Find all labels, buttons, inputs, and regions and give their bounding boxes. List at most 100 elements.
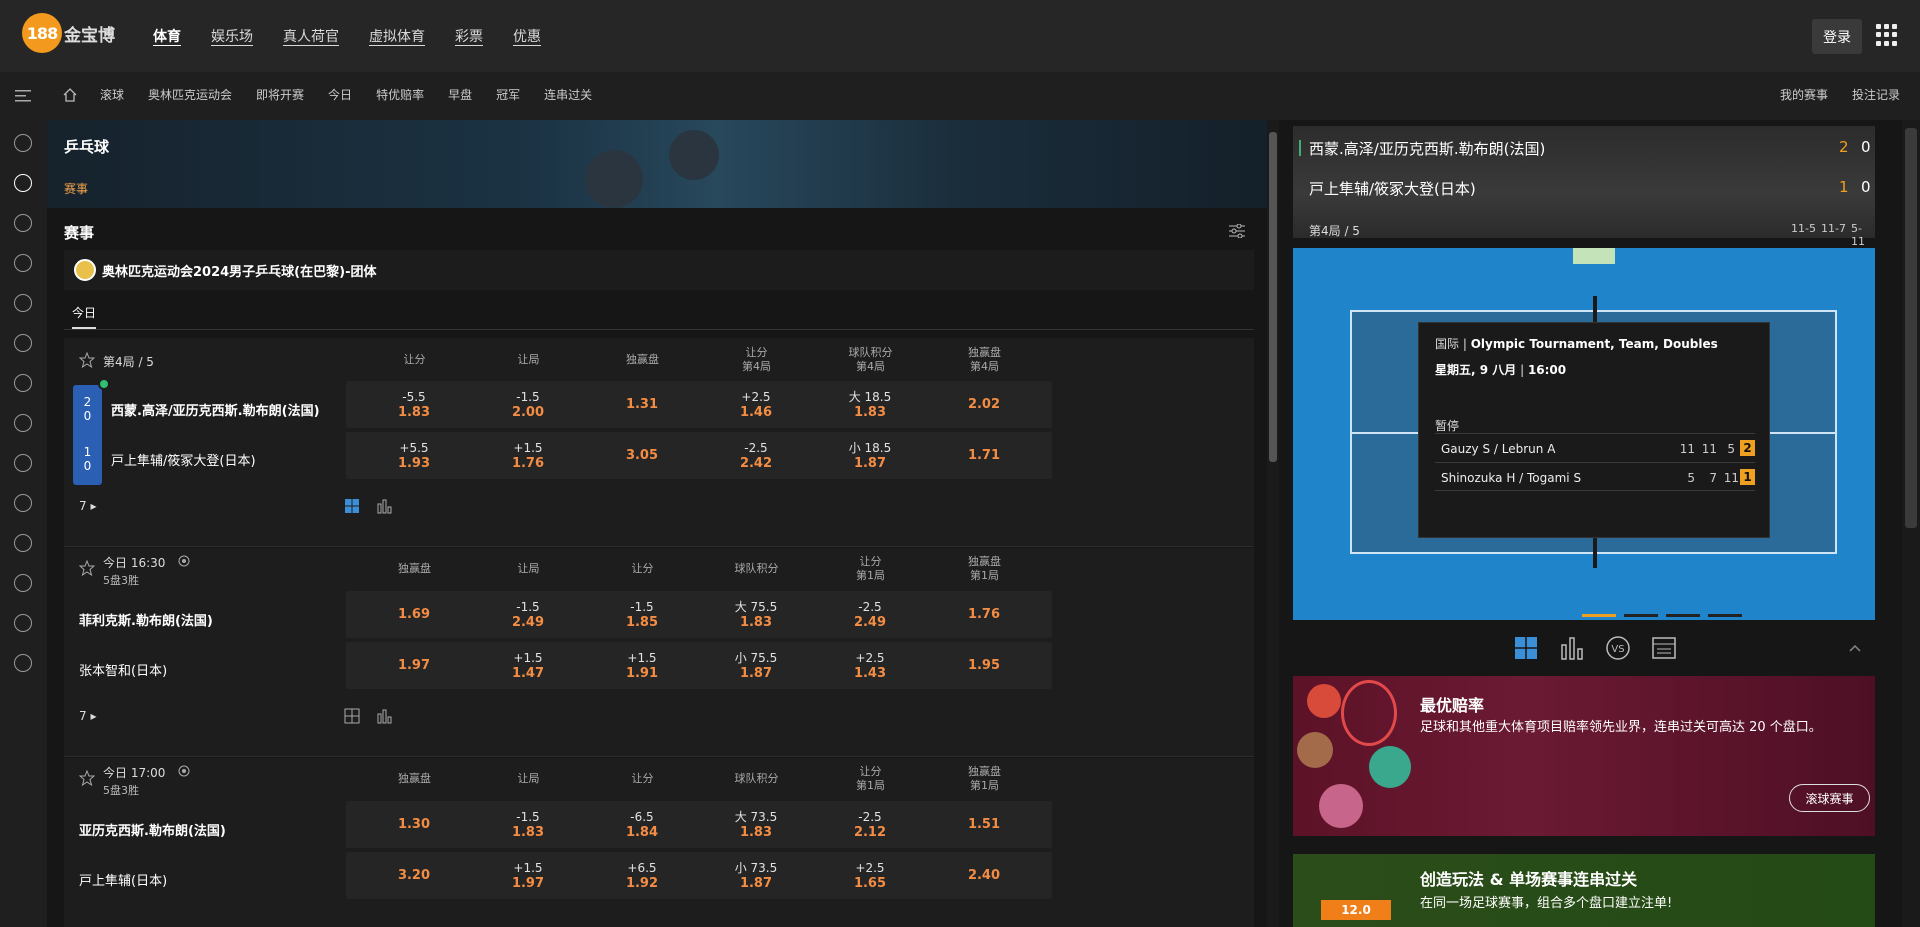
league-name: 奥林匹克运动会2024男子乒乓球(在巴黎)-团体	[102, 264, 377, 280]
set-score: 5-11	[1851, 222, 1865, 248]
banner-subtitle[interactable]: 赛事	[64, 180, 88, 197]
tab-divider	[64, 329, 1254, 330]
soccer-icon[interactable]	[14, 134, 32, 152]
sport-banner: 乒乓球 赛事	[47, 120, 1267, 208]
esports-icon[interactable]	[14, 654, 32, 672]
table-tennis-icon[interactable]	[14, 174, 32, 192]
scoreboard-period: 第4局 / 5	[1309, 224, 1360, 238]
trophy-icon[interactable]	[14, 454, 32, 472]
team1-name[interactable]: 亚历克西斯.勒布朗(法国)	[79, 820, 226, 839]
score-table-icon[interactable]	[1651, 635, 1677, 661]
stats-chart-icon[interactable]	[376, 498, 392, 514]
promo-best-odds[interactable]: 最优赔率 足球和其他重大体育项目赔率领先业界，连串过关可高达 20 个盘口。 滚…	[1293, 676, 1875, 836]
horse-icon[interactable]	[14, 414, 32, 432]
team1-sets: 2	[83, 395, 92, 409]
match-card: 今日 16:30 5盘3胜 独赢盘 让局 让分 球队积分 让分 第1局 独赢盘 …	[64, 548, 1254, 756]
match-status: 第4局 / 5	[103, 355, 154, 369]
login-button[interactable]: 登录	[1812, 19, 1862, 54]
odds-button[interactable]: 1.95	[916, 642, 1052, 689]
subnav-live[interactable]: 滚球	[100, 86, 124, 103]
badminton-icon[interactable]	[14, 214, 32, 232]
apps-grid-icon[interactable]	[1876, 24, 1898, 46]
filter-icon[interactable]	[1229, 224, 1245, 238]
nav-lottery[interactable]: 彩票	[455, 26, 483, 46]
scoreboard-view-icon[interactable]	[344, 498, 360, 514]
odds-ticket-badge: 12.0	[1321, 900, 1391, 920]
main-scrollbar[interactable]	[1267, 120, 1279, 927]
more-markets-link[interactable]: 7 ▸	[79, 709, 96, 723]
team2-name[interactable]: 张本智和(日本)	[79, 660, 167, 679]
subnav-early[interactable]: 早盘	[448, 86, 472, 103]
subnav-today[interactable]: 今日	[328, 86, 352, 103]
stats-chart-icon[interactable]	[376, 708, 392, 724]
paddle-image	[585, 150, 643, 208]
subnav-upcoming[interactable]: 即将开赛	[256, 86, 304, 103]
favorite-star-icon[interactable]	[79, 770, 95, 786]
olympics-badge-icon	[74, 259, 96, 281]
promo-same-game-parlay[interactable]: 12.0 创造玩法 & 单场赛事连串过关 在同一场足球赛事，组合多个盘口建立注单…	[1293, 854, 1875, 927]
shuttlecock-icon[interactable]	[14, 334, 32, 352]
subnav-olympics[interactable]: 奥林匹克运动会	[148, 86, 232, 103]
sub-nav: 滚球 奥林匹克运动会 即将开赛 今日 特优赔率 早盘 冠军 连串过关 我的赛事 …	[0, 72, 1920, 120]
favorite-star-icon[interactable]	[79, 352, 95, 368]
match-card: 今日 17:00 5盘3胜 独赢盘 让局 让分 球队积分 让分 第1局 独赢盘 …	[64, 758, 1254, 927]
odds-button[interactable]: 2.40	[916, 852, 1052, 899]
set-score: 11-5	[1791, 222, 1816, 235]
section-title: 赛事	[64, 224, 95, 242]
tracker-view-icon[interactable]	[1513, 635, 1539, 661]
tracker-toggle-icon[interactable]	[1573, 248, 1615, 264]
subnav-boosted-odds[interactable]: 特优赔率	[376, 86, 424, 103]
brand-logo[interactable]: 188 金宝博	[22, 13, 115, 53]
tracker-toolbar: VS	[1513, 635, 1677, 661]
nav-sports[interactable]: 体育	[153, 26, 181, 46]
odds-button[interactable]: 1.71	[916, 432, 1052, 479]
league-header[interactable]: 奥林匹克运动会2024男子乒乓球(在巴黎)-团体	[64, 250, 1254, 290]
rugby-icon[interactable]	[14, 494, 32, 512]
team2-name[interactable]: 戸上隼辅(日本)	[79, 870, 167, 889]
head-to-head-icon[interactable]: VS	[1605, 635, 1631, 661]
favorite-star-icon[interactable]	[79, 560, 95, 576]
live-score-box: 2 0 1 0	[73, 385, 102, 485]
nav-casino[interactable]: 娱乐场	[211, 26, 253, 46]
scrollbar-thumb[interactable]	[1269, 132, 1277, 462]
team2-name[interactable]: 戸上隼辅/筱冢大登(日本)	[111, 450, 256, 469]
plus-sport-icon[interactable]	[14, 534, 32, 552]
nav-live-dealer[interactable]: 真人荷官	[283, 26, 339, 46]
basketball-icon[interactable]	[14, 254, 32, 272]
live-events-button[interactable]: 滚球赛事	[1789, 784, 1870, 812]
promo-description: 足球和其他重大体育项目赔率领先业界，连串过关可高达 20 个盘口。	[1420, 720, 1822, 735]
team1-name[interactable]: 西蒙.高泽/亚历克西斯.勒布朗(法国)	[111, 400, 320, 419]
volleyball-icon[interactable]	[14, 374, 32, 392]
team1-name[interactable]: 菲利克斯.勒布朗(法国)	[79, 610, 213, 629]
market-header: 独赢盘 第1局	[968, 555, 1001, 582]
match-divider	[64, 546, 1254, 547]
hockey-icon[interactable]	[14, 614, 32, 632]
scoreboard-view-icon[interactable]	[344, 708, 360, 724]
my-events-link[interactable]: 我的赛事	[1780, 86, 1828, 103]
tennis-icon[interactable]	[14, 574, 32, 592]
scoreboard-team2: 戸上隼辅/筱冢大登(日本)	[1309, 180, 1476, 198]
menu-icon[interactable]	[15, 89, 31, 103]
odds-button[interactable]: 2.02	[916, 381, 1052, 428]
right-scrollbar[interactable]	[1902, 120, 1920, 927]
live-indicator-icon	[98, 378, 110, 390]
stats-chart-icon[interactable]	[1559, 635, 1585, 661]
team1-games: 0	[83, 409, 92, 423]
odds-button[interactable]: 1.51	[916, 801, 1052, 848]
bet-history-link[interactable]: 投注记录	[1852, 86, 1900, 103]
collapse-chevron-icon[interactable]	[1847, 640, 1863, 656]
subnav-outrights[interactable]: 冠军	[496, 86, 520, 103]
competition-label: 国际 | Olympic Tournament, Team, Doubles	[1435, 337, 1718, 351]
main-nav: 体育 娱乐场 真人荷官 虚拟体育 彩票 优惠	[153, 26, 571, 46]
nav-promotions[interactable]: 优惠	[513, 26, 541, 46]
scrollbar-thumb[interactable]	[1905, 128, 1917, 528]
more-markets-link[interactable]: 7 ▸	[79, 499, 96, 513]
odds-button[interactable]: 1.76	[916, 591, 1052, 638]
subnav-parlay[interactable]: 连串过关	[544, 86, 592, 103]
nav-virtual[interactable]: 虚拟体育	[369, 26, 425, 46]
swimming-icon[interactable]	[14, 294, 32, 312]
popup-player-row: Gauzy S / Lebrun A 11 11 5 2	[1435, 433, 1755, 462]
popup-player-row: Shinozuka H / Togami S 5 7 11 1	[1435, 462, 1755, 491]
home-icon[interactable]	[62, 87, 78, 103]
tab-today[interactable]: 今日	[72, 304, 97, 329]
